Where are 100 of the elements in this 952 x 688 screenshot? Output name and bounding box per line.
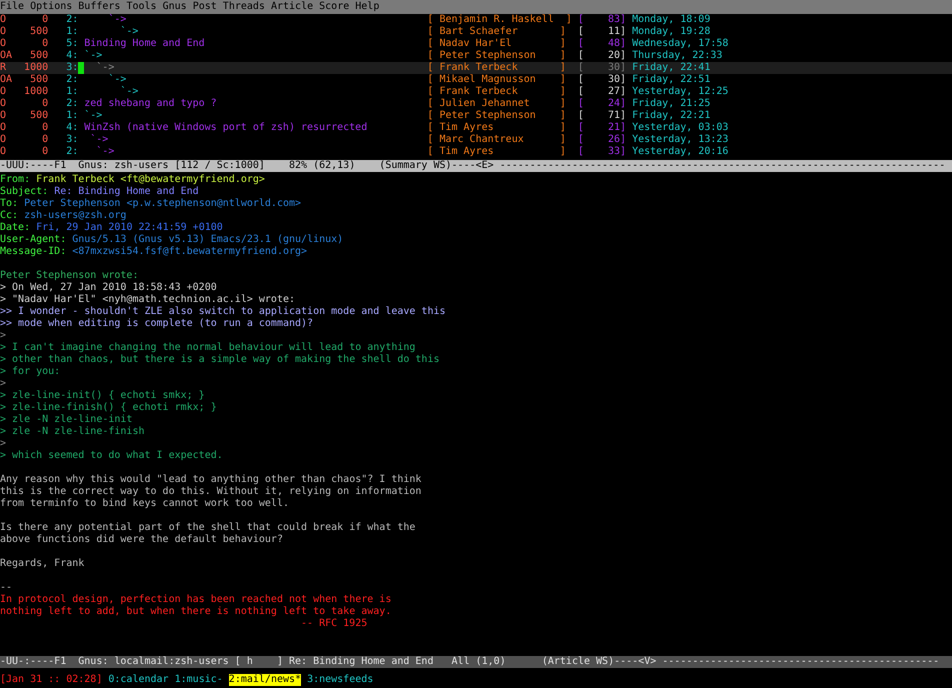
date-text: Wednesday, 17:58 [632,38,728,50]
article-mark: O [0,122,8,134]
article-mark: R [0,62,8,74]
subject-text: `-> [89,134,110,146]
article-mark: O [0,134,8,146]
window-tab[interactable]: 0:calendar [108,674,169,686]
menu-item[interactable]: Post [192,0,217,14]
summary-row[interactable]: O 0 2: zed shebang and typo ? [ Julien Jehannet ] [ 24] Friday, 21:25 [0,98,952,110]
message-text: above functions did were the default behaviour? [0,534,283,546]
thread-number: 2: [65,98,78,110]
thread-number: 4: [65,122,78,134]
line-count: [ 30] [578,74,626,86]
article-mark: O [0,86,8,98]
summary-row[interactable]: R 1000 3: `-> [ Frank Terbeck ] [ 30] Friday, 22:41 [0,62,952,74]
author-name: [ Julien Jehannet ] [427,98,567,110]
date-text: Friday, 22:51 [632,74,710,86]
thread-number: 2: [65,146,78,158]
subject-text: `-> [107,74,128,86]
summary-row[interactable]: O 500 1: `-> [ Peter Stephenson ] [ 71] Friday, 22:21 [0,110,952,122]
header-label: To: [0,198,18,210]
menu-item[interactable]: Score [319,0,350,14]
header-value: Re: Binding Home and End [54,186,199,198]
subject-text: `-> [107,14,128,26]
subject-text: Binding Home and End [84,38,206,50]
author-name: [ Peter Stephenson ] [427,50,567,62]
thread-number: 5: [65,38,78,50]
summary-row[interactable]: O 0 5: Binding Home and End [ Nadav Har'El ] [ 48] Wednesday, 17:58 [0,38,952,50]
header-value: Gnus/5.13 (Gnus v5.13) Emacs/23.1 (gnu/linux) [72,234,344,246]
quoted-text: > On Wed, 27 Jan 2010 18:58:43 +0200 [0,282,217,294]
author-name: [ Mikael Magnusson ] [427,74,567,86]
thread-number: 1: [65,110,78,122]
subject-text: `-> [95,146,116,158]
thread-number: 3: [65,134,78,146]
menu-item[interactable]: Tools [126,0,157,14]
quoted-text: > which seemed to do what I expected. [0,450,223,462]
menu-item[interactable]: Threads [222,0,265,14]
author-name: [ Frank Terbeck ] [427,86,567,98]
summary-row[interactable]: OA 500 4: `-> [ Peter Stephenson ] [ 20] Thursday, 22:33 [0,50,952,62]
author-name: [ Nadav Har'El ] [427,38,567,50]
article-mark: O [0,146,8,158]
subject-text: `-> [119,86,140,98]
line-count: [ 26] [578,134,626,146]
summary-row[interactable]: O 0 3: `-> [ Marc Chantreux ] [ 26] Yesterday, 13:23 [0,134,952,146]
header-value: Fri, 29 Jan 2010 22:41:59 +0100 [36,222,223,234]
quoted-text: >> I wonder - shouldn't ZLE also switch to application mode and leave this [0,306,446,318]
author-name: [ Frank Terbeck ] [427,62,567,74]
date-text: Friday, 22:41 [632,62,710,74]
quoted-text: > I can't imagine changing the normal behaviour will lead to anything [0,342,416,354]
clock-text: [Jan 31 :: 02:28] [0,674,102,686]
article-mark: O [0,38,8,50]
summary-row[interactable]: O 1000 1: `-> [ Frank Terbeck ] [ 27] Yesterday, 12:25 [0,86,952,98]
score-value: 1000 [23,86,48,98]
quoted-text: > zle-line-finish() { echoti rmkx; } [0,402,217,414]
message-text: from terminfo to bind keys cannot work too well. [0,498,289,510]
menu-item[interactable]: Help [355,0,380,14]
message-text: this is the correct way to do this. Without it, relying on information [0,486,422,498]
thread-number: 2: [65,74,78,86]
line-count: [ 24] [578,98,626,110]
author-name: [ Peter Stephenson ] [427,110,567,122]
message-text: Peter Stephenson wrote: [0,270,138,282]
summary-row[interactable]: O 500 1: `-> [ Bart Schaefer ] [ 11] Monday, 19:28 [0,26,952,38]
score-value: 0 [41,98,48,110]
line-count: [ 33] [578,146,626,158]
line-count: [ 83] [578,14,626,26]
score-value: 0 [41,134,48,146]
line-count: [ 30] [578,62,626,74]
thread-number: 4: [65,50,78,62]
article-mark: O [0,26,8,38]
menu-item[interactable]: Options [30,0,72,14]
message-text: -- [0,582,12,594]
quoted-text: > zle-line-init() { echoti smkx; } [0,390,205,402]
article-mark: OA [0,50,12,62]
line-count: [ 21] [578,122,626,134]
menu-item[interactable]: File [0,0,24,14]
window-tab[interactable]: 2:mail/news* [228,674,302,686]
subject-text: WinZsh (native Windows port of zsh) resurrected [84,122,368,134]
date-text: Monday, 19:28 [632,26,710,38]
summary-row[interactable]: O 0 2: `-> [ Tim Ayres ] [ 33] Yesterday, 20:16 [0,146,952,158]
menu-item[interactable]: Buffers [78,0,120,14]
signature-text: nothing left to add, but when there is nothing left to take away. [0,606,392,618]
signature-text: In protocol design, perfection has been reached not when there is [0,594,392,606]
window-tab[interactable]: 3:newsfeeds [307,674,374,686]
score-value: 0 [41,14,48,26]
quoted-text: > for you: [0,366,60,378]
summary-row[interactable]: O 0 4: WinZsh (native Windows port of zsh) resurrected [ Tim Ayres ] [ 21] Yesterday, 03:03 [0,122,952,134]
quoted-text: > [0,330,6,342]
summary-row[interactable]: O 0 2: `-> [ Benjamin R. Haskell ] [ 83] Monday, 18:09 [0,14,952,26]
thread-number: 2: [65,14,78,26]
score-value: 1000 [23,62,48,74]
article-mark: O [0,98,8,110]
menu-item[interactable]: Gnus [162,0,187,14]
window-tab[interactable]: 1:music- [174,674,223,686]
message-text: Regards, Frank [0,558,84,570]
summary-row[interactable]: OA 500 2: `-> [ Mikael Magnusson ] [ 30] Friday, 22:51 [0,74,952,86]
header-label: Date: [0,222,30,234]
menu-item[interactable]: Article [270,0,314,14]
score-value: 500 [29,26,48,38]
subject-text: `-> [119,26,140,38]
author-name: [ Bart Schaefer ] [427,26,567,38]
subject-text: `-> [95,62,116,74]
